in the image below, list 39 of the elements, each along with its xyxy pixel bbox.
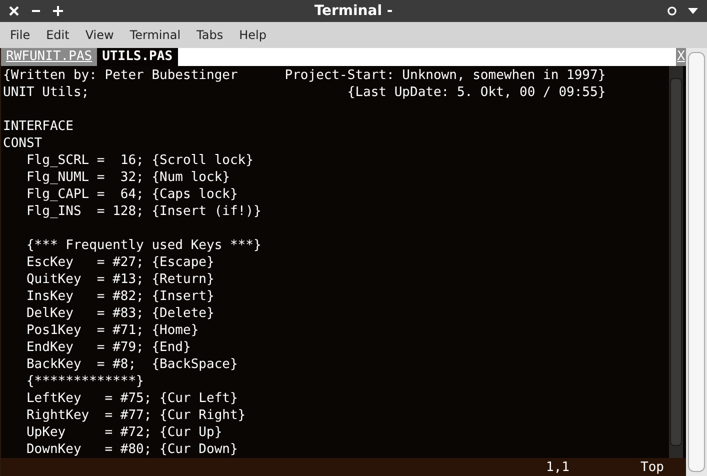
code-line: Flg_INS = 128; {Insert (if!)} <box>25 204 262 219</box>
maximize-icon[interactable] <box>52 5 64 17</box>
code-line: UpKey = #72; {Cur Up} <box>25 425 222 440</box>
menu-item[interactable]: Terminal <box>122 28 189 42</box>
code-line: {*************} <box>25 374 144 389</box>
window-title: Terminal - <box>314 3 393 19</box>
code-line: Flg_CAPL = 64; {Caps lock} <box>25 187 238 202</box>
scrollbar[interactable] <box>669 66 683 458</box>
scrollbar-thumb[interactable] <box>670 78 682 446</box>
code-line: UNIT Utils; {Last UpDate: 5. Okt, 00 / 09:55} <box>2 85 606 100</box>
circle-icon[interactable] <box>667 6 677 16</box>
code-line: INTERFACE <box>2 119 74 134</box>
close-icon[interactable] <box>8 5 20 17</box>
dropdown-icon[interactable] <box>687 7 699 15</box>
tab[interactable]: UTILS.PAS <box>97 48 178 66</box>
code-line: Flg_SCRL = 16; {Scroll lock} <box>25 153 254 168</box>
menu-item[interactable]: File <box>2 28 38 42</box>
code-line: Flg_NUML = 32; {Num lock} <box>25 170 230 185</box>
scroll-position: Top <box>640 460 664 474</box>
scrollbar-thumb[interactable] <box>688 52 705 472</box>
menu-item[interactable]: View <box>77 28 122 42</box>
code-line: {Written by: Peter Bubestinger Project-Start: Unknown, somewhen in 1997} <box>2 68 606 83</box>
code-line: QuitKey = #13; {Return} <box>25 272 214 287</box>
code-line: DownKey = #80; {Cur Down} <box>25 442 238 457</box>
code-line: InsKey = #82; {Insert} <box>25 289 214 304</box>
cursor-position: 1,1 <box>546 460 570 474</box>
code-line: EscKey = #27; {Escape} <box>25 255 214 270</box>
menu-item[interactable]: Edit <box>38 28 78 42</box>
menu-item[interactable]: Help <box>231 28 274 42</box>
code-line: LeftKey = #75; {Cur Left} <box>25 391 238 406</box>
code-line: Pos1Key = #71; {Home} <box>25 323 199 338</box>
code-line: DelKey = #83; {Delete} <box>25 306 214 321</box>
code-line: EndKey = #79; {End} <box>25 340 191 355</box>
code-line: RightKey = #77; {Cur Right} <box>25 408 246 423</box>
code-line: BackKey = #8; {BackSpace} <box>25 357 238 372</box>
code-line: CONST <box>2 136 42 151</box>
scrollbar[interactable] <box>686 48 707 476</box>
code-line: {*** Frequently used Keys ***} <box>25 238 262 253</box>
menu-item[interactable]: Tabs <box>188 28 232 42</box>
